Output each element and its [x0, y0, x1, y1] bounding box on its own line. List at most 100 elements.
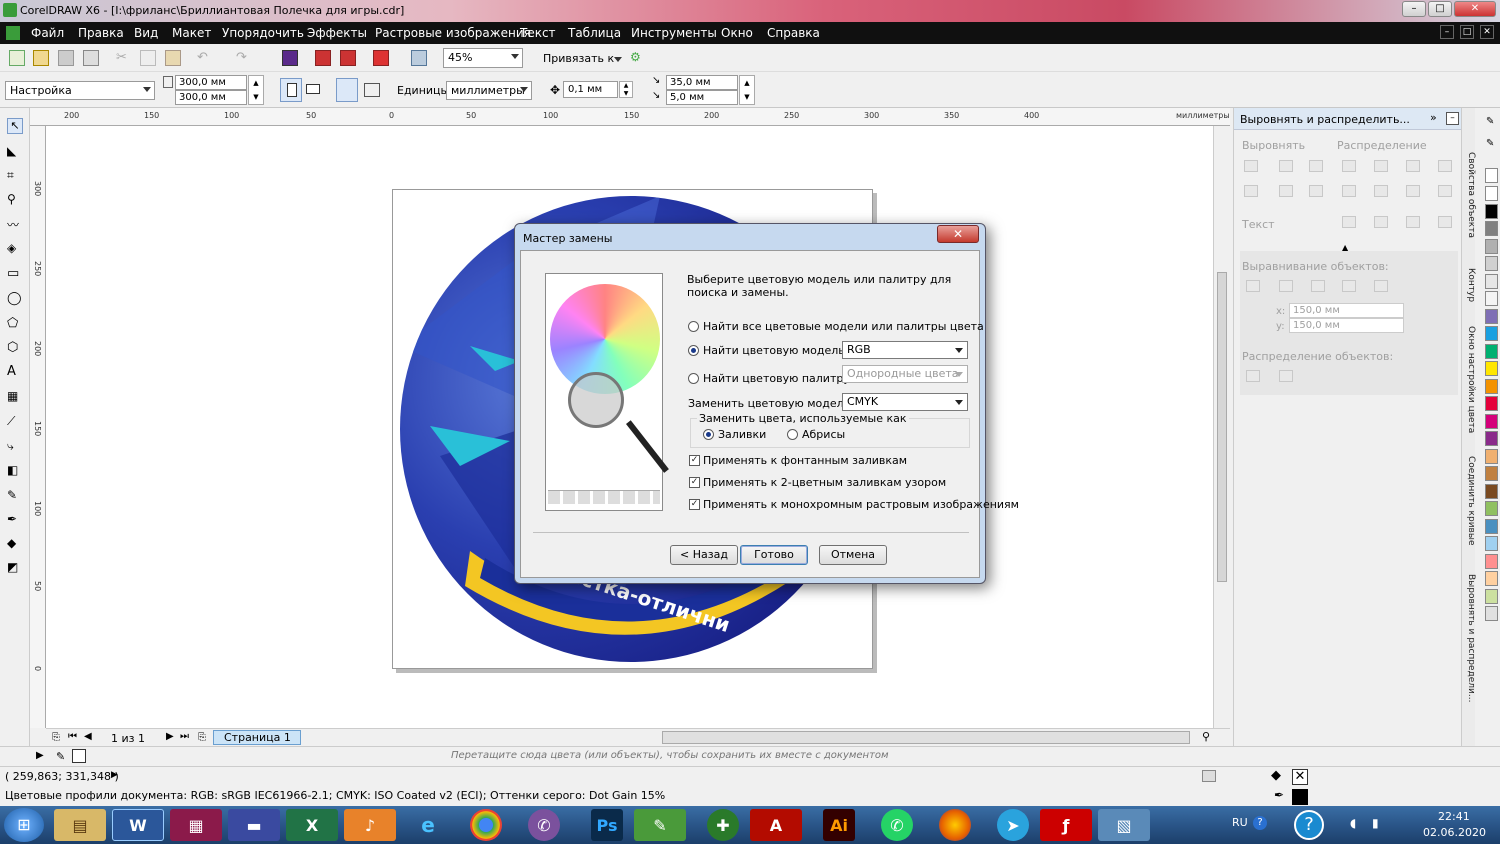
menu-text[interactable]: Текст	[520, 26, 556, 40]
color-swatch[interactable]	[1485, 431, 1498, 446]
radio-find-all-label[interactable]: Найти все цветовые модели или палитры цв…	[703, 320, 984, 333]
radio-fills-label[interactable]: Заливки	[718, 428, 766, 441]
color-swatch[interactable]	[1485, 501, 1498, 516]
doc-restore-button[interactable]: □	[1460, 25, 1474, 39]
distribute-vspacing-icon[interactable]	[1438, 185, 1452, 197]
clock-time[interactable]: 22:41	[1438, 810, 1470, 823]
text-last-line-icon[interactable]	[1374, 216, 1388, 228]
export-icon[interactable]	[340, 50, 356, 66]
align-bottom-icon[interactable]	[1309, 185, 1323, 197]
checkbox-fountain-fills[interactable]: ✓	[689, 455, 700, 466]
print-icon[interactable]	[83, 50, 99, 66]
distribute-spacing-icon[interactable]	[1438, 160, 1452, 172]
save-icon[interactable]	[58, 50, 74, 66]
checkbox-two-color-patterns-label[interactable]: Применять к 2-цветным заливкам узором	[703, 476, 946, 489]
palette-pick-icon[interactable]: ✎	[1486, 116, 1494, 127]
application-launcher-icon[interactable]	[373, 50, 389, 66]
word-icon[interactable]: W	[112, 809, 164, 841]
align-x-field[interactable]: 150,0 мм	[1289, 303, 1404, 318]
page-width-field[interactable]: 300,0 мм	[175, 75, 247, 90]
replace-model-select[interactable]: CMYK	[842, 393, 968, 411]
distribute-center-icon[interactable]	[1374, 160, 1388, 172]
landscape-icon[interactable]	[306, 84, 320, 94]
chrome-icon[interactable]	[470, 809, 502, 841]
tab-color-docker[interactable]: Окно настройки цвета	[1462, 326, 1476, 433]
radio-find-model-label[interactable]: Найти цветовую модель:	[703, 344, 848, 357]
tab-align-distribute[interactable]: Выровнять и распредели...	[1462, 574, 1476, 702]
open-icon[interactable]	[33, 50, 49, 66]
snap-dropdown-icon[interactable]	[614, 57, 622, 62]
distribute-middle-icon[interactable]	[1374, 185, 1388, 197]
palette-eyedropper-icon[interactable]: ✎	[1486, 138, 1494, 149]
radio-outlines-label[interactable]: Абрисы	[802, 428, 845, 441]
eyedropper-icon[interactable]: ✎	[7, 488, 23, 504]
minimize-button[interactable]: –	[1402, 1, 1426, 17]
color-swatch[interactable]	[1485, 256, 1498, 271]
menu-arrange[interactable]: Упорядочить	[222, 26, 304, 40]
rectangle-tool-icon[interactable]: ▭	[7, 266, 23, 282]
color-swatch[interactable]	[1485, 378, 1498, 394]
photoshop-icon[interactable]: Ps	[591, 809, 623, 841]
radio-find-palette-label[interactable]: Найти цветовую палитру:	[703, 372, 854, 385]
color-swatch[interactable]	[1485, 606, 1498, 621]
page-preset-combo[interactable]: Настройка	[5, 81, 155, 100]
distribute-page-icon[interactable]	[1279, 370, 1293, 382]
explorer-icon[interactable]: ▤	[54, 809, 106, 841]
doc-close-button[interactable]: ✕	[1480, 25, 1494, 39]
color-swatch[interactable]	[1485, 483, 1498, 499]
fill-tool-icon[interactable]: ◆	[7, 536, 23, 552]
add-page-icon[interactable]: ⎘	[52, 732, 60, 743]
current-page-icon[interactable]	[364, 83, 380, 97]
zoom-combo[interactable]: 45%	[443, 48, 523, 68]
zoom-to-page-icon[interactable]: ⚲	[1202, 730, 1210, 743]
color-swatch[interactable]	[1485, 536, 1498, 551]
firefox-icon[interactable]	[939, 809, 971, 841]
crop-tool-icon[interactable]: ⌗	[7, 168, 23, 184]
polygon-tool-icon[interactable]: ⬠	[7, 316, 23, 332]
text-bbox-icon[interactable]	[1406, 216, 1420, 228]
connector-tool-icon[interactable]: ⤷	[7, 439, 23, 455]
excel-icon[interactable]: X	[286, 809, 338, 841]
text-outline-icon[interactable]	[1438, 216, 1452, 228]
ellipse-tool-icon[interactable]: ◯	[7, 291, 23, 307]
color-swatch[interactable]	[1485, 186, 1498, 201]
freehand-tool-icon[interactable]: 〰	[7, 216, 23, 232]
table-tool-icon[interactable]: ▦	[7, 389, 23, 405]
distribute-bottom-icon[interactable]	[1406, 185, 1420, 197]
color-swatch[interactable]	[1485, 518, 1498, 534]
distribute-left-icon[interactable]	[1342, 160, 1356, 172]
color-swatch[interactable]	[1485, 361, 1498, 376]
checkbox-fountain-fills-label[interactable]: Применять к фонтанным заливкам	[703, 454, 907, 467]
tab-object-properties[interactable]: Свойства объекта	[1462, 152, 1476, 238]
flash-icon[interactable]: ƒ	[1040, 809, 1092, 841]
basic-shapes-icon[interactable]: ⬡	[7, 340, 23, 356]
menu-table[interactable]: Таблица	[568, 26, 621, 40]
viber-icon[interactable]: ✆	[528, 809, 560, 841]
snap-to-label[interactable]: Привязать к	[543, 52, 614, 65]
text-tool-icon[interactable]: A	[7, 364, 23, 380]
align-grid-icon[interactable]	[1342, 280, 1356, 292]
next-page-icon[interactable]: ▶	[166, 731, 174, 742]
find-palette-select[interactable]: Однородные цвета	[842, 365, 968, 383]
status-expand-icon[interactable]: ▶	[111, 770, 118, 780]
color-swatch[interactable]	[1485, 221, 1498, 236]
palette-play-icon[interactable]: ▶	[36, 750, 44, 761]
checkbox-mono-bitmaps[interactable]: ✓	[689, 499, 700, 510]
no-fill-swatch[interactable]	[72, 749, 86, 763]
align-page-center-icon[interactable]	[1311, 280, 1325, 292]
checkbox-two-color-patterns[interactable]: ✓	[689, 477, 700, 488]
network-icon[interactable]: ▮	[1372, 816, 1379, 830]
color-swatch[interactable]	[1485, 413, 1498, 429]
color-swatch[interactable]	[1485, 343, 1498, 359]
distribute-top-icon[interactable]	[1342, 185, 1356, 197]
dup-y-field[interactable]: 5,0 мм	[666, 90, 738, 105]
page-size-spinner[interactable]: ▲ ▼	[248, 75, 264, 105]
telegram-icon[interactable]: ➤	[997, 809, 1029, 841]
dup-x-field[interactable]: 35,0 мм	[666, 75, 738, 90]
ie-icon[interactable]: e	[402, 809, 454, 841]
import-icon[interactable]	[315, 50, 331, 66]
palette-pin-icon[interactable]: ✎	[56, 750, 65, 763]
interactive-fill-icon[interactable]: ◩	[7, 560, 23, 576]
vertical-scrollbar[interactable]	[1213, 126, 1230, 728]
done-button[interactable]: Готово	[740, 545, 808, 565]
